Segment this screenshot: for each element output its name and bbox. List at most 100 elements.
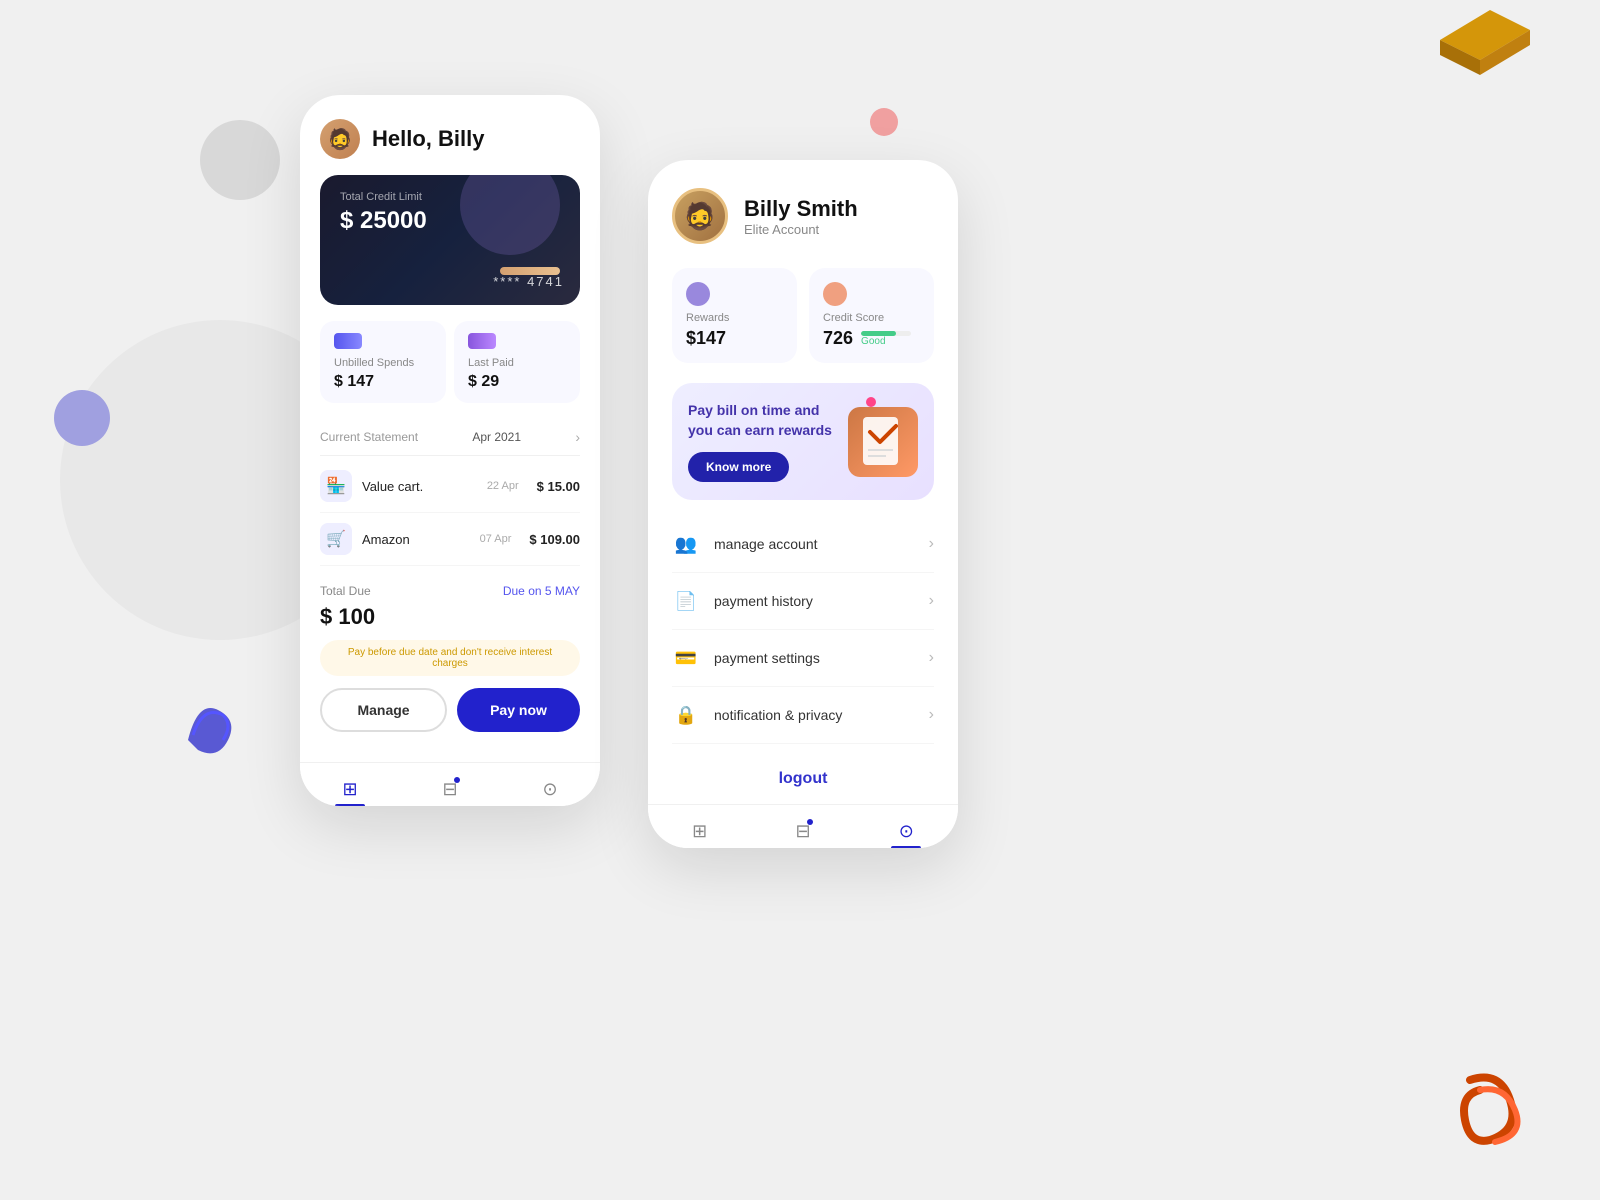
promo-text: Pay bill on time and you can earn reward… <box>688 401 836 440</box>
nav-indicator <box>454 777 460 783</box>
logout-section: logout <box>648 760 958 804</box>
notification-privacy-chevron-icon: › <box>929 706 934 724</box>
menu-item-payment-settings[interactable]: 💳 payment settings › <box>672 630 934 687</box>
nav-item-home[interactable]: ⊞ <box>322 773 377 806</box>
logout-button[interactable]: logout <box>779 770 828 788</box>
card-number: **** 4741 <box>493 274 564 289</box>
left-phone-card: 🧔 Hello, Billy Total Credit Limit $ 2500… <box>300 95 600 806</box>
statement-date: Apr 2021 <box>472 430 521 444</box>
profile-header: 🧔 Billy Smith Elite Account <box>672 188 934 244</box>
promo-banner: Pay bill on time and you can earn reward… <box>672 383 934 500</box>
know-more-button[interactable]: Know more <box>688 452 789 482</box>
profile-avatar: 🧔 <box>672 188 728 244</box>
menu-item-manage-account[interactable]: 👥 manage account › <box>672 516 934 573</box>
credit-card: Total Credit Limit $ 25000 **** 4741 <box>320 175 580 305</box>
txn-amount-0: $ 15.00 <box>537 479 580 494</box>
statement-label: Current Statement <box>320 430 418 444</box>
rewards-label: Rewards <box>686 312 783 324</box>
right-home-icon: ⊞ <box>692 821 707 842</box>
promo-dot <box>866 397 876 407</box>
txn-name-1: Amazon <box>362 532 470 547</box>
manage-account-icon: 👥 <box>672 530 700 558</box>
total-amount: $ 100 <box>320 604 580 630</box>
payment-history-icon: 📄 <box>672 587 700 615</box>
last-paid-box: Last Paid $ 29 <box>454 321 580 403</box>
profile-name: Billy Smith <box>744 196 858 222</box>
txn-date-1: 07 Apr <box>480 533 512 545</box>
right-phone-card: 🧔 Billy Smith Elite Account Rewards $147… <box>648 160 958 848</box>
action-buttons: Manage Pay now <box>320 688 580 732</box>
stats-cards: Rewards $147 Credit Score 726 Good <box>672 268 934 363</box>
card-glow <box>460 175 560 255</box>
promo-illustration <box>848 407 918 477</box>
menu-item-notification-privacy[interactable]: 🔒 notification & privacy › <box>672 687 934 744</box>
credit-score-row: 726 Good <box>823 328 920 349</box>
left-phone-inner: 🧔 Hello, Billy Total Credit Limit $ 2500… <box>300 95 600 566</box>
right-nav-item-profile[interactable]: ⊙ <box>879 815 934 848</box>
nav-item-profile[interactable]: ⊙ <box>522 773 577 806</box>
total-due-row: Total Due Due on 5 MAY <box>320 584 580 598</box>
right-phone-inner: 🧔 Billy Smith Elite Account Rewards $147… <box>648 160 958 744</box>
manage-button[interactable]: Manage <box>320 688 447 732</box>
nav-item-filter[interactable]: ⊟ <box>422 773 477 806</box>
right-nav-item-home[interactable]: ⊞ <box>672 815 727 848</box>
right-bottom-nav: ⊞ ⊟ ⊙ <box>648 804 958 848</box>
unbilled-spends-box: Unbilled Spends $ 147 <box>320 321 446 403</box>
credit-score-icon <box>823 282 847 306</box>
txn-icon-0: 🏪 <box>320 470 352 502</box>
manage-account-chevron-icon: › <box>929 535 934 553</box>
right-nav-item-filter[interactable]: ⊟ <box>775 815 830 848</box>
txn-icon-1: 🛒 <box>320 523 352 555</box>
menu-item-payment-history[interactable]: 📄 payment history › <box>672 573 934 630</box>
left-bottom-nav: ⊞ ⊟ ⊙ <box>300 762 600 806</box>
greeting-text: Hello, Billy <box>372 126 484 152</box>
credit-score-label: Credit Score <box>823 312 920 324</box>
rewards-card: Rewards $147 <box>672 268 797 363</box>
unbilled-label: Unbilled Spends <box>334 357 432 369</box>
right-profile-icon: ⊙ <box>899 821 914 842</box>
home-icon: ⊞ <box>342 779 357 800</box>
score-good-label: Good <box>861 336 911 347</box>
bg-3d-twist-right-icon <box>1450 1060 1540 1160</box>
notification-privacy-label: notification & privacy <box>714 707 915 723</box>
txn-date-0: 22 Apr <box>487 480 519 492</box>
left-header: 🧔 Hello, Billy <box>320 119 580 159</box>
promo-content: Pay bill on time and you can earn reward… <box>688 401 836 482</box>
table-row[interactable]: 🛒 Amazon 07 Apr $ 109.00 <box>320 513 580 566</box>
rewards-amount: $147 <box>686 328 783 349</box>
manage-account-label: manage account <box>714 536 915 552</box>
score-bar-container: Good <box>861 331 911 347</box>
profile-badge: Elite Account <box>744 222 858 237</box>
payment-settings-chevron-icon: › <box>929 649 934 667</box>
bg-circle-small <box>200 120 280 200</box>
credit-score-value: 726 <box>823 328 853 349</box>
due-date: Due on 5 MAY <box>503 584 580 598</box>
table-row[interactable]: 🏪 Value cart. 22 Apr $ 15.00 <box>320 460 580 513</box>
last-paid-label: Last Paid <box>468 357 566 369</box>
transaction-list: 🏪 Value cart. 22 Apr $ 15.00 🛒 Amazon 07… <box>320 460 580 566</box>
unbilled-amount: $ 147 <box>334 373 432 391</box>
bg-dot-pink <box>870 108 898 136</box>
profile-info: Billy Smith Elite Account <box>744 196 858 237</box>
total-label: Total Due <box>320 584 371 598</box>
last-paid-icon <box>468 333 496 349</box>
payment-history-label: payment history <box>714 593 915 609</box>
txn-name-0: Value cart. <box>362 479 477 494</box>
bg-3d-box-icon <box>1420 0 1540 80</box>
stats-row: Unbilled Spends $ 147 Last Paid $ 29 <box>320 321 580 403</box>
statement-row[interactable]: Current Statement Apr 2021 › <box>320 419 580 456</box>
avatar: 🧔 <box>320 119 360 159</box>
unbilled-icon <box>334 333 362 349</box>
profile-icon: ⊙ <box>542 779 557 800</box>
right-nav-indicator <box>807 819 813 825</box>
txn-amount-1: $ 109.00 <box>529 532 580 547</box>
credit-score-card: Credit Score 726 Good <box>809 268 934 363</box>
pay-now-button[interactable]: Pay now <box>457 688 580 732</box>
statement-chevron-icon: › <box>575 429 580 445</box>
total-due-section: Total Due Due on 5 MAY $ 100 Pay before … <box>300 570 600 762</box>
notification-privacy-icon: 🔒 <box>672 701 700 729</box>
bg-dot-purple <box>54 390 110 446</box>
payment-settings-icon: 💳 <box>672 644 700 672</box>
last-paid-amount: $ 29 <box>468 373 566 391</box>
rewards-icon <box>686 282 710 306</box>
